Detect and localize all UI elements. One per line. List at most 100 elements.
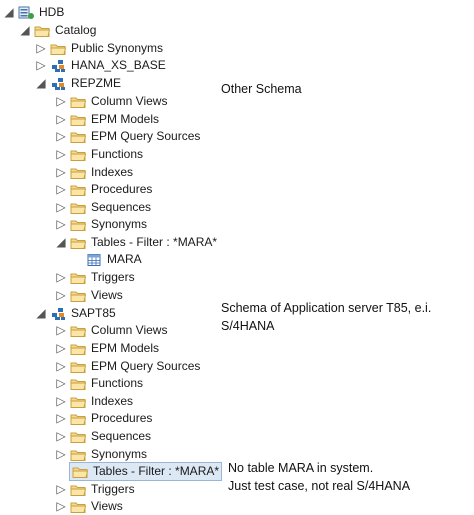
collapsed-arrow-icon[interactable]: ▷ (56, 393, 66, 410)
tree-node-repzme-tables-filter[interactable]: ◢ Tables - Filter : *MARA* (56, 234, 217, 251)
folder-icon (70, 218, 87, 232)
schema-icon (50, 77, 67, 91)
expanded-arrow-icon[interactable]: ◢ (36, 305, 46, 322)
note-no-table-line1: No table MARA in system. (228, 461, 374, 475)
tree-node-sapt85-epm-query-sources[interactable]: ▷ EPM Query Sources (56, 358, 200, 375)
tree-node-sapt85-sequences[interactable]: ▷ Sequences (56, 428, 151, 445)
collapsed-arrow-icon[interactable]: ▷ (56, 146, 66, 163)
folder-icon (70, 395, 87, 409)
collapsed-arrow-icon[interactable]: ▷ (36, 40, 46, 57)
tree-node-repzme-synonyms[interactable]: ▷ Synonyms (56, 216, 147, 233)
schema-icon (50, 307, 67, 321)
collapsed-arrow-icon[interactable]: ▷ (56, 428, 66, 445)
tree-node-sapt85-functions[interactable]: ▷ Functions (56, 375, 143, 392)
tree-node-sapt85-views[interactable]: ▷ Views (56, 498, 123, 515)
folder-icon (70, 166, 87, 180)
tree-node-repzme-epm-query-sources[interactable]: ▷ EPM Query Sources (56, 128, 200, 145)
folder-icon (70, 236, 87, 250)
tree-node-label: MARA (107, 252, 142, 266)
tree-node-sapt85-triggers[interactable]: ▷ Triggers (56, 481, 135, 498)
tree-node-label: Synonyms (91, 217, 148, 231)
tree-node-sapt85-indexes[interactable]: ▷ Indexes (56, 393, 133, 410)
tree-node-sapt85[interactable]: ◢ SAPT85 (36, 305, 116, 322)
folder-icon (70, 201, 87, 215)
tree-node-repzme-functions[interactable]: ▷ Functions (56, 146, 143, 163)
collapsed-arrow-icon[interactable]: ▷ (56, 446, 66, 463)
tree-node-hana-xs-base[interactable]: ▷ HANA_XS_BASE (36, 57, 166, 74)
collapsed-arrow-icon[interactable]: ▷ (56, 128, 66, 145)
collapsed-arrow-icon[interactable]: ▷ (56, 410, 66, 427)
collapsed-arrow-icon[interactable]: ▷ (56, 181, 66, 198)
tree-node-label: Tables - Filter : *MARA* (93, 464, 220, 478)
tree-node-sapt85-tables-filter[interactable]: Tables - Filter : *MARA* (68, 462, 223, 481)
folder-icon (70, 130, 87, 144)
folder-icon (70, 271, 87, 285)
tree-node-label: Tables - Filter : *MARA* (91, 235, 218, 249)
collapsed-arrow-icon[interactable]: ▷ (56, 199, 66, 216)
collapsed-arrow-icon[interactable]: ▷ (56, 93, 66, 110)
folder-icon (50, 42, 67, 56)
tree-node-repzme-views[interactable]: ▷ Views (56, 287, 123, 304)
tree-node-label: Indexes (91, 394, 134, 408)
folder-icon (70, 113, 87, 127)
expanded-arrow-icon[interactable]: ◢ (20, 22, 30, 39)
folder-icon (70, 342, 87, 356)
tree-node-hdb[interactable]: ◢ HDB (4, 4, 64, 21)
tree-node-public-synonyms[interactable]: ▷ Public Synonyms (36, 40, 163, 57)
folder-icon (70, 324, 87, 338)
collapsed-arrow-icon[interactable]: ▷ (56, 498, 66, 515)
tree-node-label: EPM Models (91, 112, 160, 126)
tree-node-label: SAPT85 (71, 306, 116, 320)
tree-node-label: Column Views (91, 94, 168, 108)
tree-node-label: Indexes (91, 165, 134, 179)
tree-node-label: Views (91, 499, 123, 513)
tree-node-label: Procedures (91, 182, 153, 196)
tree-node-label: Synonyms (91, 447, 148, 461)
tree-node-sapt85-epm-models[interactable]: ▷ EPM Models (56, 340, 159, 357)
folder-icon (70, 360, 87, 374)
collapsed-arrow-icon[interactable]: ▷ (56, 375, 66, 392)
expanded-arrow-icon[interactable]: ◢ (56, 234, 66, 251)
tree-node-sapt85-procedures[interactable]: ▷ Procedures (56, 410, 152, 427)
folder-icon (70, 289, 87, 303)
folder-icon (70, 500, 87, 514)
collapsed-arrow-icon[interactable]: ▷ (56, 340, 66, 357)
tree-node-repzme-indexes[interactable]: ▷ Indexes (56, 164, 133, 181)
tree-node-label: HANA_XS_BASE (71, 58, 166, 72)
expanded-arrow-icon[interactable]: ◢ (4, 4, 14, 21)
folder-icon (70, 412, 87, 426)
tree-node-label: REPZME (71, 76, 122, 90)
tree-node-repzme-column-views[interactable]: ▷ Column Views (56, 93, 167, 110)
folder-icon (70, 95, 87, 109)
tree-node-label: Functions (91, 147, 144, 161)
note-no-table-line2: Just test case, not real S/4HANA (228, 479, 411, 493)
note-other-schema: Other Schema (221, 82, 302, 96)
collapsed-arrow-icon[interactable]: ▷ (56, 322, 66, 339)
collapsed-arrow-icon[interactable]: ▷ (36, 57, 46, 74)
tree-node-repzme-sequences[interactable]: ▷ Sequences (56, 199, 151, 216)
expanded-arrow-icon[interactable]: ◢ (36, 75, 46, 92)
collapsed-arrow-icon[interactable]: ▷ (56, 481, 66, 498)
folder-icon (72, 465, 89, 479)
selected-node-highlight[interactable]: Tables - Filter : *MARA* (68, 462, 223, 481)
tree-node-repzme-mara[interactable]: MARA (86, 251, 142, 268)
tree-node-label: Procedures (91, 411, 153, 425)
tree-node-catalog[interactable]: ◢ Catalog (20, 22, 96, 39)
tree-node-repzme[interactable]: ◢ REPZME (36, 75, 121, 92)
tree-node-sapt85-synonyms[interactable]: ▷ Synonyms (56, 446, 147, 463)
tree-node-repzme-triggers[interactable]: ▷ Triggers (56, 269, 135, 286)
tree-node-label: Triggers (91, 270, 135, 284)
tree-node-label: Column Views (91, 323, 168, 337)
tree-node-sapt85-column-views[interactable]: ▷ Column Views (56, 322, 167, 339)
tree-node-label: Triggers (91, 482, 135, 496)
tree-node-label: Views (91, 288, 123, 302)
schema-icon (50, 59, 67, 73)
collapsed-arrow-icon[interactable]: ▷ (56, 216, 66, 233)
collapsed-arrow-icon[interactable]: ▷ (56, 164, 66, 181)
tree-node-repzme-procedures[interactable]: ▷ Procedures (56, 181, 152, 198)
collapsed-arrow-icon[interactable]: ▷ (56, 287, 66, 304)
collapsed-arrow-icon[interactable]: ▷ (56, 358, 66, 375)
collapsed-arrow-icon[interactable]: ▷ (56, 111, 66, 128)
collapsed-arrow-icon[interactable]: ▷ (56, 269, 66, 286)
tree-node-repzme-epm-models[interactable]: ▷ EPM Models (56, 111, 159, 128)
